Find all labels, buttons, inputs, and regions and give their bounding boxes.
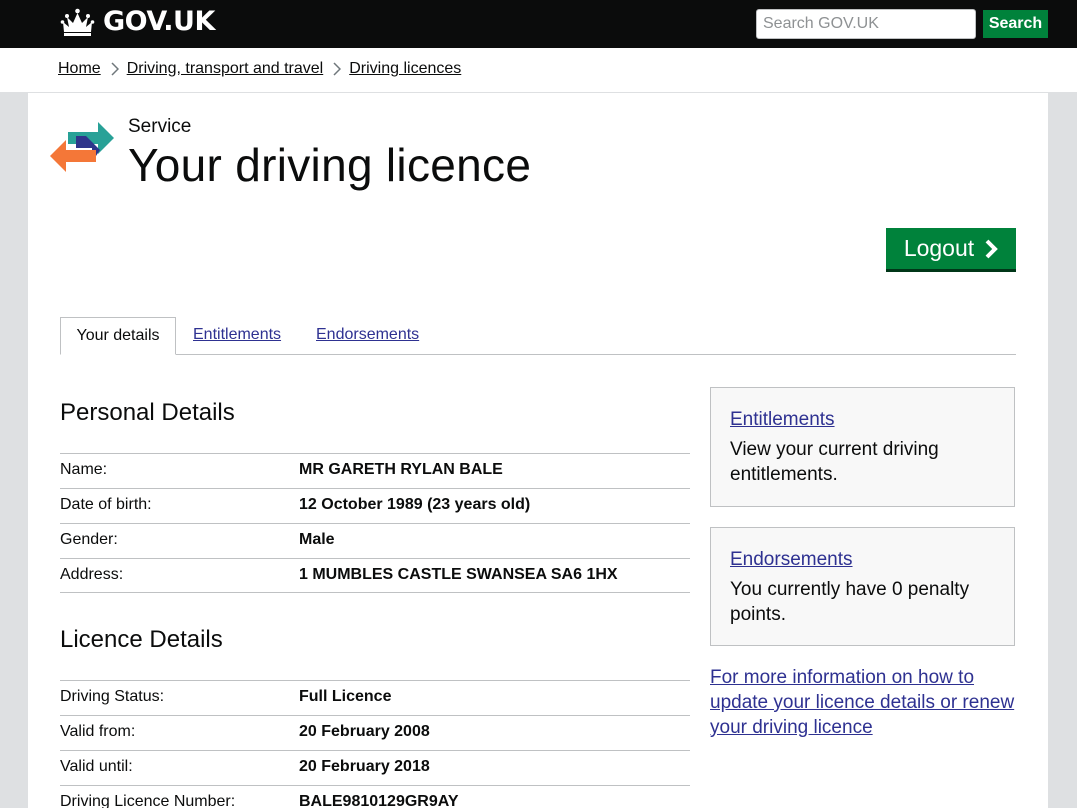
transport-arrows-icon bbox=[50, 122, 114, 172]
breadcrumb-driving-transport[interactable]: Driving, transport and travel bbox=[127, 60, 324, 78]
arrow-right-icon bbox=[985, 239, 999, 258]
entitlements-link[interactable]: Entitlements bbox=[730, 407, 995, 432]
personal-details-heading: Personal Details bbox=[60, 399, 235, 426]
breadcrumb-driving-licences[interactable]: Driving licences bbox=[349, 60, 461, 78]
breadcrumb-bar: Home Driving, transport and travel Drivi… bbox=[0, 48, 1077, 93]
chevron-right-icon bbox=[111, 62, 119, 76]
row-label: Driving Status: bbox=[60, 688, 165, 705]
search-button[interactable]: Search bbox=[983, 10, 1048, 38]
row-value: MR GARETH RYLAN BALE bbox=[299, 461, 503, 478]
service-label: Service bbox=[128, 116, 192, 137]
chevron-right-icon bbox=[333, 62, 342, 76]
logout-button[interactable]: Logout bbox=[886, 228, 1016, 269]
detail-row-gender: Gender: Male bbox=[60, 523, 690, 558]
row-label: Gender: bbox=[60, 531, 118, 548]
row-value: 20 February 2018 bbox=[299, 758, 430, 775]
tabs-divider bbox=[60, 354, 1016, 355]
endorsements-summary-box: Endorsements You currently have 0 penalt… bbox=[710, 527, 1015, 646]
more-information-link[interactable]: For more information on how to update yo… bbox=[710, 665, 1015, 740]
detail-row-valid-from: Valid from: 20 February 2008 bbox=[60, 715, 690, 750]
row-label: Valid until: bbox=[60, 758, 133, 775]
endorsements-description: You currently have 0 penalty points. bbox=[730, 579, 970, 625]
breadcrumb: Home Driving, transport and travel Drivi… bbox=[58, 60, 461, 78]
crown-icon bbox=[60, 8, 95, 36]
licence-details-heading: Licence Details bbox=[60, 626, 223, 653]
govuk-logo-link[interactable]: GOV.UK bbox=[60, 7, 215, 37]
breadcrumb-home[interactable]: Home bbox=[58, 60, 101, 78]
detail-row-status: Driving Status: Full Licence bbox=[60, 680, 690, 715]
row-value: Male bbox=[299, 531, 335, 548]
row-label: Driving Licence Number: bbox=[60, 793, 236, 808]
page-title: Your driving licence bbox=[128, 139, 532, 191]
entitlements-summary-box: Entitlements View your current driving e… bbox=[710, 387, 1015, 507]
tab-your-details[interactable]: Your details bbox=[60, 317, 176, 355]
row-value: BALE9810129GR9AY bbox=[299, 793, 459, 808]
row-label: Address: bbox=[60, 566, 124, 583]
detail-row-valid-until: Valid until: 20 February 2018 bbox=[60, 750, 690, 785]
detail-row-dob: Date of birth: 12 October 1989 (23 years… bbox=[60, 488, 690, 523]
row-value: 12 October 1989 (23 years old) bbox=[299, 496, 531, 513]
search-input[interactable] bbox=[756, 9, 976, 39]
govuk-wordmark: GOV.UK bbox=[103, 6, 215, 37]
tab-entitlements[interactable]: Entitlements bbox=[193, 326, 281, 344]
row-value: 20 February 2008 bbox=[299, 723, 430, 740]
site-header: GOV.UK Search bbox=[0, 0, 1077, 48]
row-value: 1 MUMBLES CASTLE SWANSEA SA6 1HX bbox=[299, 566, 618, 583]
row-label: Name: bbox=[60, 461, 108, 478]
entitlements-description: View your current driving entitlements. bbox=[730, 439, 939, 485]
detail-row-licence-number: Driving Licence Number: BALE9810129GR9AY bbox=[60, 785, 690, 808]
row-label: Valid from: bbox=[60, 723, 136, 740]
detail-row-address: Address: 1 MUMBLES CASTLE SWANSEA SA6 1H… bbox=[60, 558, 690, 593]
detail-row-name: Name: MR GARETH RYLAN BALE bbox=[60, 453, 690, 488]
row-value: Full Licence bbox=[299, 688, 392, 705]
row-label: Date of birth: bbox=[60, 496, 152, 513]
tab-endorsements[interactable]: Endorsements bbox=[316, 326, 419, 344]
endorsements-link[interactable]: Endorsements bbox=[730, 547, 995, 572]
logout-label: Logout bbox=[903, 235, 975, 261]
